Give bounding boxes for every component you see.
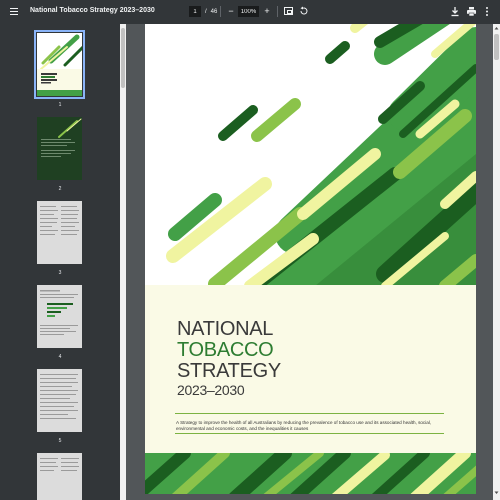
thumbnail-sidebar: 1 2 3 4 5 <box>0 24 120 500</box>
thumbnail-cover-art <box>37 33 85 96</box>
document-title: National Tobacco Strategy 2023–2030 <box>30 7 155 14</box>
more-vert-icon[interactable] <box>484 6 490 17</box>
thumbnail-number: 4 <box>58 354 62 360</box>
scroll-down-icon[interactable] <box>494 490 499 495</box>
toolbar-divider <box>277 6 278 17</box>
cover-artwork <box>145 24 476 286</box>
page-thumbnail-3[interactable] <box>37 201 82 264</box>
thumbnail-page-art <box>37 453 82 500</box>
toolbar-divider <box>220 6 221 17</box>
pdf-page-1: NATIONAL TOBACCO STRATEGY 2023–2030 A St… <box>145 24 476 494</box>
title-line-national: NATIONAL <box>177 318 274 340</box>
zoom-input[interactable] <box>238 6 259 17</box>
divider-line <box>175 413 444 414</box>
scroll-up-icon[interactable] <box>494 26 499 31</box>
page-thumbnail-4[interactable] <box>37 285 82 348</box>
document-scrollbar-thumb[interactable] <box>494 34 499 60</box>
sidebar-scrollbar-thumb[interactable] <box>121 28 125 88</box>
thumbnail-number: 5 <box>58 438 62 444</box>
thumbnail-page-art <box>37 369 82 432</box>
title-line-tobacco: TOBACCO <box>177 339 274 361</box>
page-separator: / <box>205 8 207 15</box>
page-thumbnail-6[interactable] <box>37 453 82 500</box>
download-icon[interactable] <box>450 6 460 17</box>
title-years: 2023–2030 <box>177 382 245 398</box>
page-navigation: / 46 <box>189 6 217 17</box>
thumbnail-number: 1 <box>58 102 62 108</box>
cover-bottom-artwork <box>145 453 476 494</box>
page-thumbnail-5[interactable] <box>37 369 82 432</box>
pdf-toolbar: National Tobacco Strategy 2023–2030 / 46… <box>0 0 500 24</box>
zoom-in-button[interactable]: + <box>262 6 272 18</box>
thumbnail-page-art <box>37 201 82 264</box>
rotate-icon[interactable] <box>299 6 309 16</box>
thumbnail-page-art <box>37 285 82 348</box>
title-line-strategy: STRATEGY <box>177 360 281 382</box>
cover-subtitle: A Strategy to improve the health of all … <box>176 420 432 431</box>
sidebar-scrollbar[interactable] <box>120 24 126 500</box>
fit-page-icon[interactable] <box>284 7 293 15</box>
thumbnail-page-art <box>37 117 82 180</box>
thumbnail-number: 3 <box>58 270 62 276</box>
document-scrollbar[interactable] <box>493 24 500 500</box>
print-icon[interactable] <box>466 6 477 17</box>
page-thumbnail-2[interactable] <box>37 117 82 180</box>
menu-icon[interactable] <box>8 6 20 18</box>
cover-title: NATIONAL TOBACCO STRATEGY 2023–2030 <box>177 319 281 399</box>
page-total: 46 <box>210 8 218 15</box>
zoom-out-button[interactable]: − <box>226 6 236 18</box>
page-number-input[interactable] <box>189 6 201 17</box>
thumbnail-number: 2 <box>58 186 62 192</box>
page-thumbnail-1[interactable] <box>34 30 85 99</box>
divider-line <box>175 433 444 434</box>
